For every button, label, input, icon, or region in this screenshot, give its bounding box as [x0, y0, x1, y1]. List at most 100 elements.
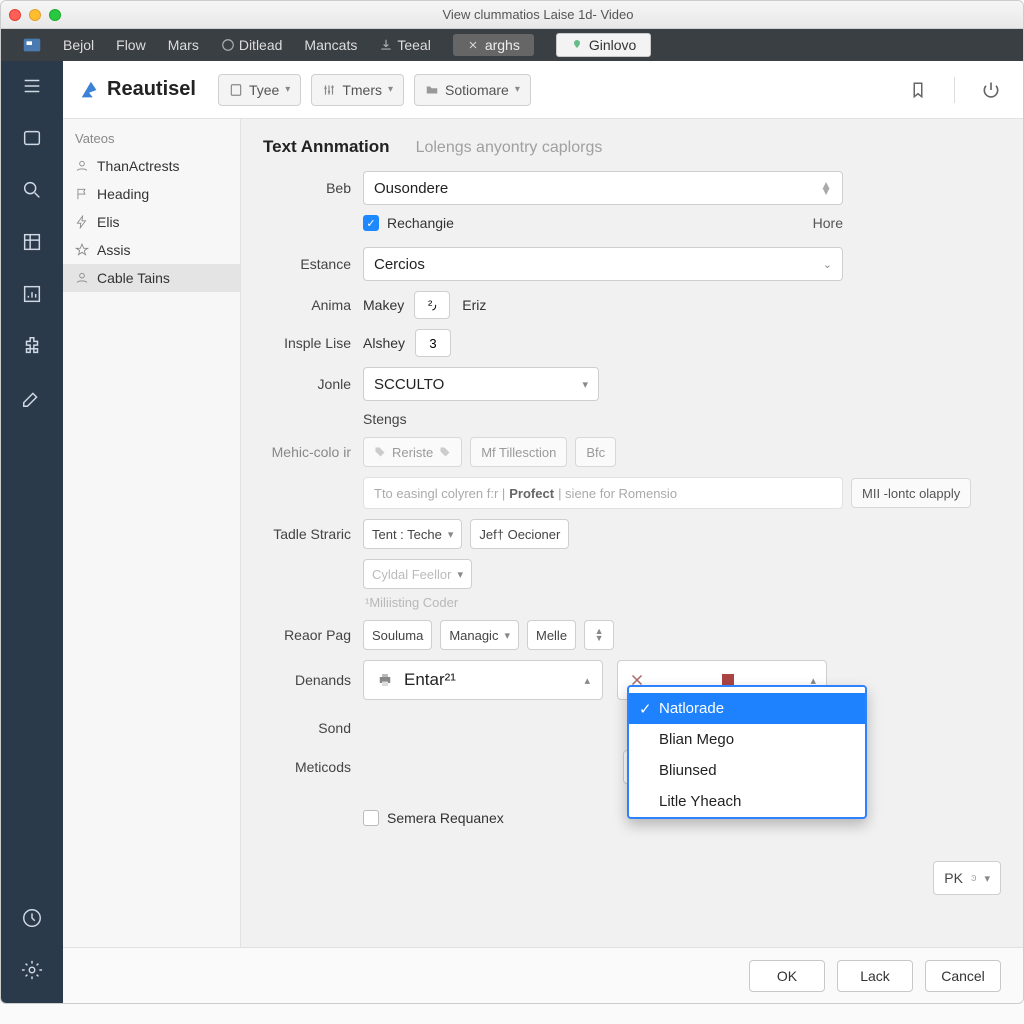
- beb-field[interactable]: Ousondere ▲▼: [363, 171, 843, 205]
- anima-num-input[interactable]: ²٫: [414, 291, 450, 319]
- close-window-button[interactable]: [9, 9, 21, 21]
- sidebar-item-thanactrests[interactable]: ThanActrests: [63, 152, 240, 180]
- sidebar-item-elis[interactable]: Elis: [63, 208, 240, 236]
- hint-mid: | siene for Romensio: [558, 486, 677, 501]
- rail-list-icon[interactable]: [19, 73, 45, 99]
- rail-plugin-icon[interactable]: [19, 333, 45, 359]
- semera-label: Semera Requanex: [387, 810, 504, 826]
- reriste-label: Reriste: [392, 445, 433, 460]
- rechangie-checkbox[interactable]: ✓: [363, 215, 379, 231]
- sidebar-item-cable-tains[interactable]: Cable Tains: [63, 264, 240, 292]
- rechangie-label: Rechangie: [387, 215, 454, 231]
- sidebar-item-label: Assis: [97, 242, 130, 258]
- toolbar-tmers-select[interactable]: Tmers▾: [311, 74, 404, 106]
- rail-search-icon[interactable]: [19, 177, 45, 203]
- mii-badge[interactable]: MII -lontc olapply: [851, 478, 971, 508]
- dropdown-option-blian[interactable]: Blian Mego: [629, 724, 865, 755]
- dropdown-option-bliunsed[interactable]: Bliunsed: [629, 755, 865, 786]
- reriste-button[interactable]: Reriste: [363, 437, 462, 467]
- form-area: Text Annmation Lolengs anyontry caplorgs…: [241, 119, 1023, 1003]
- zoom-window-button[interactable]: [49, 9, 61, 21]
- toolbar-sotiomare-select[interactable]: Sotiomare▾: [414, 74, 531, 106]
- jonle-select[interactable]: SCCULTO ▾: [363, 367, 599, 401]
- window-title: View clummatios Laise 1d- Video: [61, 7, 1015, 22]
- dropdown-option-natlorade[interactable]: Natlorade: [629, 693, 865, 724]
- menu-mancats[interactable]: Mancats: [304, 37, 357, 53]
- ok-button[interactable]: OK: [749, 960, 825, 992]
- menu-flow[interactable]: Flow: [116, 37, 146, 53]
- printer-icon: [376, 671, 394, 689]
- star-icon: [75, 243, 89, 257]
- chevron-up-icon: ▴: [584, 674, 590, 687]
- menu-pill-arghs[interactable]: arghs: [453, 34, 534, 56]
- hint-strip: Tto easingl colyren f:r | Profect | sien…: [363, 477, 843, 509]
- tillesction-button[interactable]: Mf Tillesction: [470, 437, 567, 467]
- app-icon: [1, 29, 63, 61]
- anima-value: Makey: [363, 297, 404, 313]
- lack-button[interactable]: Lack: [837, 960, 913, 992]
- menu-mars[interactable]: Mars: [168, 37, 199, 53]
- rail-edit-icon[interactable]: [19, 385, 45, 411]
- milisting-note: ¹Miliisting Coder: [363, 595, 458, 610]
- tadle-sel2[interactable]: Cyldal Feellor▾: [363, 559, 472, 589]
- chevron-down-icon: ▾: [984, 872, 990, 885]
- sidebar-item-label: Cable Tains: [97, 270, 170, 286]
- rail-chart-icon[interactable]: [19, 281, 45, 307]
- estance-select[interactable]: Cercios ⌄: [363, 247, 843, 281]
- insple-value: Alshey: [363, 335, 405, 351]
- reaor-spinner[interactable]: ▲▼: [584, 620, 614, 650]
- flag-icon: [75, 187, 89, 201]
- sidebar-item-label: Elis: [97, 214, 120, 230]
- menu-pill-arghs-label: arghs: [485, 37, 520, 53]
- beb-value: Ousondere: [374, 180, 448, 197]
- hore-link[interactable]: Hore: [813, 215, 843, 231]
- menu-pill-ginlovo[interactable]: Ginlovo: [556, 33, 651, 57]
- denands-label: Denands: [263, 672, 363, 688]
- rail-settings-icon[interactable]: [19, 957, 45, 983]
- denands-dropdown-open[interactable]: Natlorade Blian Mego Bliunsed Litle Yhea…: [627, 685, 867, 819]
- denands-select[interactable]: Entar²¹ ▴: [363, 660, 603, 700]
- cancel-button[interactable]: Cancel: [925, 960, 1001, 992]
- hint-bold: Profect: [509, 486, 554, 501]
- hint-pre: Tto easingl colyren f:r |: [374, 486, 505, 501]
- tadle-sel1[interactable]: Tent : Teche▾: [363, 519, 462, 549]
- toolbar-power-icon[interactable]: [975, 74, 1007, 106]
- menu-bejol[interactable]: Bejol: [63, 37, 94, 53]
- stepper-icon[interactable]: ▲▼: [820, 182, 832, 194]
- tab-lolengs[interactable]: Lolengs anyontry caplorgs: [416, 139, 603, 157]
- menu-ditlead[interactable]: Ditlead: [221, 37, 283, 53]
- anima-label: Anima: [263, 297, 363, 313]
- tadle-btn[interactable]: Jef† Oecioner: [470, 519, 569, 549]
- side-panel-heading: Vateos: [63, 127, 240, 152]
- brand-name: Reautisel: [107, 78, 196, 101]
- menu-ditlead-label: Ditlead: [239, 37, 283, 53]
- bfc-button[interactable]: Bfc: [575, 437, 616, 467]
- sond-label: Sond: [263, 720, 363, 736]
- reaor-v2[interactable]: Managic▾: [440, 620, 519, 650]
- brand: Reautisel: [79, 78, 196, 101]
- toolbar-type-select[interactable]: Tyee▾: [218, 74, 301, 106]
- menu-teeal[interactable]: Teeal: [379, 37, 430, 53]
- side-panel: Vateos ThanActrests Heading Elis Assis: [63, 119, 241, 1003]
- titlebar: View clummatios Laise 1d- Video: [1, 1, 1023, 29]
- tab-text-annmation[interactable]: Text Annmation: [263, 137, 390, 157]
- pk-select[interactable]: PK ͽ ▾: [933, 861, 1001, 895]
- estance-value: Cercios: [374, 256, 425, 273]
- semera-checkbox[interactable]: [363, 810, 379, 826]
- reaor-v1[interactable]: Souluma: [363, 620, 432, 650]
- reaor-v3[interactable]: Melle: [527, 620, 576, 650]
- beb-label: Beb: [263, 180, 363, 196]
- dropdown-option-litle[interactable]: Litle Yheach: [629, 786, 865, 817]
- minimize-window-button[interactable]: [29, 9, 41, 21]
- page-icon: [229, 83, 243, 97]
- sidebar-item-assis[interactable]: Assis: [63, 236, 240, 264]
- rail-clock-icon[interactable]: [19, 905, 45, 931]
- menubar: Bejol Flow Mars Ditlead Mancats Teeal ar…: [1, 29, 1023, 61]
- tadle-sel2-value: Cyldal Feellor: [372, 567, 451, 582]
- sidebar-item-heading[interactable]: Heading: [63, 180, 240, 208]
- tadle-label: Tadle Straric: [263, 526, 363, 542]
- toolbar-bookmark-icon[interactable]: [902, 74, 934, 106]
- insple-num-input[interactable]: 3: [415, 329, 451, 357]
- rail-card-icon[interactable]: [19, 125, 45, 151]
- rail-table-icon[interactable]: [19, 229, 45, 255]
